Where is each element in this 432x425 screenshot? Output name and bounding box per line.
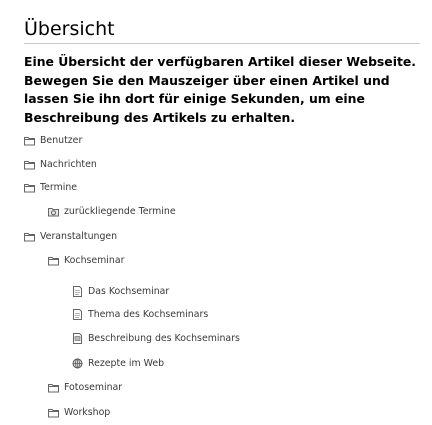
tree-item-label: Beschreibung des Kochseminars	[88, 332, 240, 344]
tree-item-fotoseminar[interactable]: Fotoseminar	[48, 380, 122, 394]
tree-item-zurueckliegende-termine[interactable]: zurückliegende Termine	[48, 204, 176, 218]
tree-item-beschreibung-des-kochseminars[interactable]: Beschreibung des Kochseminars	[72, 331, 240, 345]
document-icon	[72, 285, 83, 297]
page-description: Eine Übersicht der verfügbaren Artikel d…	[24, 54, 416, 125]
tree-item-label: zurückliegende Termine	[64, 205, 176, 217]
tree-item-label: Fotoseminar	[64, 381, 123, 393]
tree-item-kochseminar[interactable]: Kochseminar	[48, 253, 124, 267]
tree-item-label: Nachrichten	[40, 158, 97, 170]
tree-item-rezepte-im-web[interactable]: Rezepte im Web	[72, 356, 164, 370]
sitemap-page: Übersicht Eine Übersicht der verfügbaren…	[0, 0, 432, 425]
folder-icon	[48, 255, 59, 266]
folder-icon	[48, 382, 59, 393]
document-icon	[72, 308, 83, 320]
tree-item-workshop[interactable]: Workshop	[48, 405, 110, 419]
page-title: Übersicht	[24, 16, 420, 44]
tree-item-label: Termine	[40, 181, 78, 193]
tree-item-label: Rezepte im Web	[88, 357, 165, 369]
tree-item-thema-des-kochseminars[interactable]: Thema des Kochseminars	[72, 307, 208, 321]
tree-item-veranstaltungen[interactable]: Veranstaltungen	[24, 229, 117, 243]
tree-item-label: Das Kochseminar	[88, 285, 170, 297]
folder-icon	[24, 135, 35, 146]
tree-item-label: Benutzer	[40, 134, 83, 146]
link-globe-icon	[72, 358, 83, 369]
tree-item-label: Veranstaltungen	[40, 230, 118, 242]
tree-item-das-kochseminar[interactable]: Das Kochseminar	[72, 284, 169, 298]
tree-item-label: Kochseminar	[64, 254, 125, 266]
folder-smart-icon	[48, 206, 59, 217]
folder-icon	[24, 159, 35, 170]
tree-item-benutzer[interactable]: Benutzer	[24, 133, 82, 147]
tree-item-termine[interactable]: Termine	[24, 180, 77, 194]
tree-item-label: Workshop	[64, 406, 111, 418]
folder-icon	[48, 407, 59, 418]
tree-item-nachrichten[interactable]: Nachrichten	[24, 157, 97, 171]
tree-item-label: Thema des Kochseminars	[88, 308, 209, 320]
folder-icon	[24, 182, 35, 193]
folder-icon	[24, 231, 35, 242]
document-image-icon	[72, 332, 83, 344]
